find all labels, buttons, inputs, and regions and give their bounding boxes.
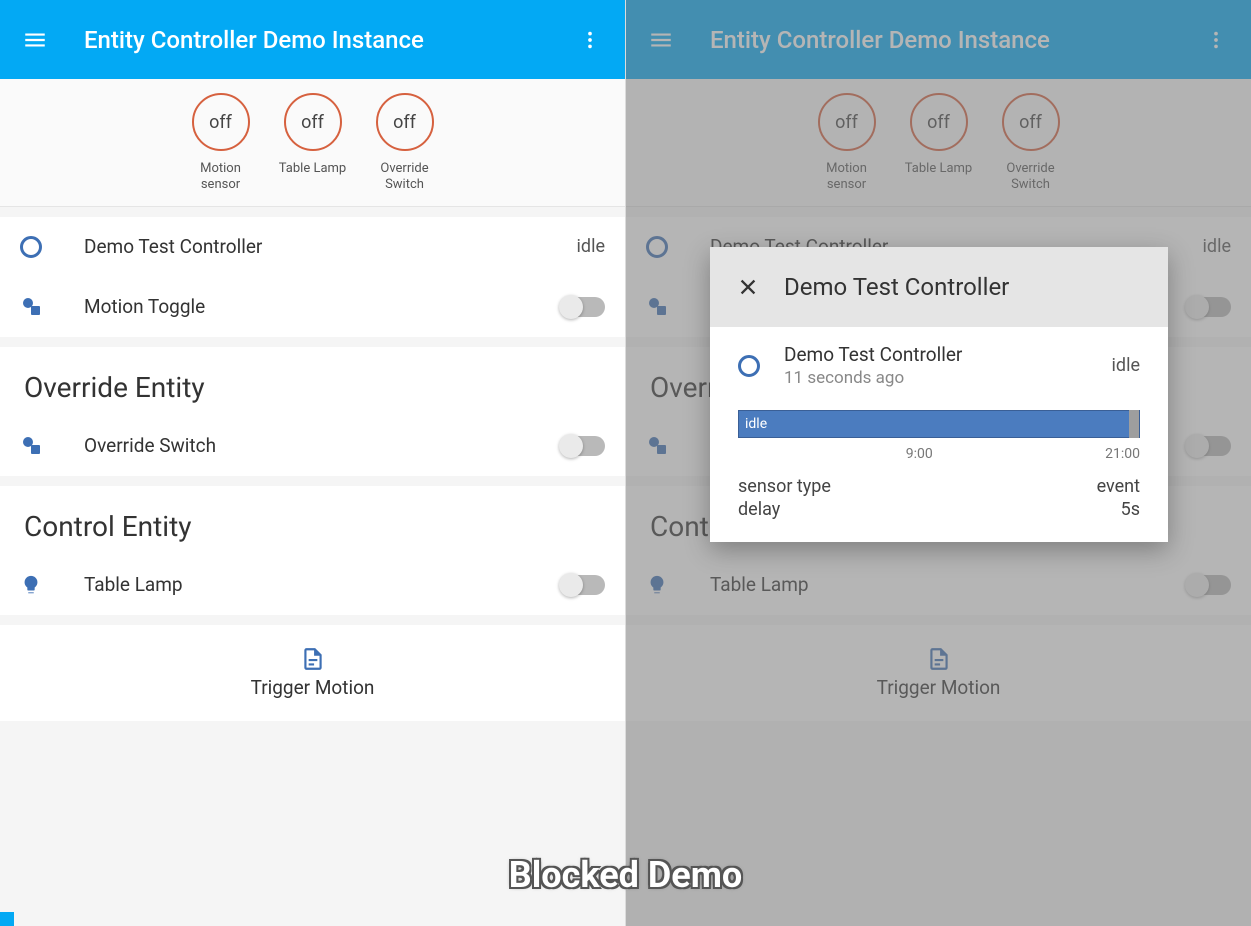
more-vert-icon[interactable] [577, 27, 603, 53]
lightbulb-icon [20, 574, 68, 596]
script-icon [300, 646, 326, 672]
control-card: Control Entity Table Lamp [0, 486, 625, 615]
menu-icon[interactable] [22, 27, 48, 53]
app-title: Entity Controller Demo Instance [84, 26, 577, 54]
dialog-entity-row: Demo Test Controller 11 seconds ago idle [738, 343, 1140, 388]
badge-override-switch[interactable]: off Override Switch [370, 93, 440, 194]
corner-marker [0, 912, 14, 926]
badges-card: off Motion sensor off Table Lamp off Ove… [0, 79, 625, 207]
dialog-header: Demo Test Controller [710, 247, 1168, 327]
table-lamp-row: Table Lamp [0, 555, 625, 615]
dialog-entity-name: Demo Test Controller [784, 343, 1112, 366]
controller-row[interactable]: Demo Test Controller idle [0, 217, 625, 277]
attr-label: sensor type [738, 476, 831, 497]
badge-motion-sensor[interactable]: off Motion sensor [186, 93, 256, 194]
history-tick: 9:00 [906, 446, 933, 462]
input-boolean-icon [20, 434, 68, 458]
status-card: Demo Test Controller idle Motion Toggle [0, 217, 625, 337]
badge-table-lamp[interactable]: off Table Lamp [278, 93, 348, 194]
override-switch-label: Override Switch [68, 434, 561, 457]
close-icon[interactable] [734, 273, 762, 301]
trigger-motion-script[interactable]: Trigger Motion [0, 625, 625, 721]
attr-row-delay: delay 5s [738, 499, 1140, 520]
badge-state: off [192, 93, 250, 151]
right-pane: Entity Controller Demo Instance off Moti… [625, 0, 1251, 926]
controller-state: idle [577, 236, 605, 257]
history-bar: idle [738, 410, 1140, 438]
script-label: Trigger Motion [251, 676, 375, 699]
controller-name: Demo Test Controller [68, 235, 577, 258]
attr-value: event [1097, 476, 1140, 497]
circle-outline-icon [738, 355, 784, 377]
circle-outline-icon [20, 236, 68, 258]
motion-toggle-row: Motion Toggle [0, 277, 625, 337]
dialog-entity-time: 11 seconds ago [784, 368, 1112, 388]
input-boolean-icon [20, 295, 68, 319]
app-header: Entity Controller Demo Instance [0, 0, 625, 79]
dialog-title: Demo Test Controller [784, 273, 1009, 301]
badge-label: Motion sensor [186, 161, 256, 194]
history-tick: 21:00 [1105, 446, 1140, 462]
left-pane: Entity Controller Demo Instance off Moti… [0, 0, 625, 926]
attr-label: delay [738, 499, 780, 520]
badge-state: off [376, 93, 434, 151]
attr-row-sensor-type: sensor type event [738, 476, 1140, 497]
badge-label: Table Lamp [279, 161, 346, 177]
table-lamp-label: Table Lamp [68, 573, 561, 596]
history-chart: idle 9:00 21:00 [738, 410, 1140, 462]
badge-state: off [284, 93, 342, 151]
badge-label: Override Switch [370, 161, 440, 194]
motion-toggle-label: Motion Toggle [68, 295, 561, 318]
override-switch-row: Override Switch [0, 416, 625, 476]
dialog-entity-state: idle [1112, 355, 1140, 376]
override-card-title: Override Entity [0, 347, 625, 416]
override-card: Override Entity Override Switch [0, 347, 625, 476]
override-switch-toggle[interactable] [561, 436, 605, 456]
entity-dialog: Demo Test Controller Demo Test Controlle… [710, 247, 1168, 542]
control-card-title: Control Entity [0, 486, 625, 555]
attr-value: 5s [1121, 499, 1140, 520]
motion-toggle-switch[interactable] [561, 297, 605, 317]
table-lamp-toggle[interactable] [561, 575, 605, 595]
